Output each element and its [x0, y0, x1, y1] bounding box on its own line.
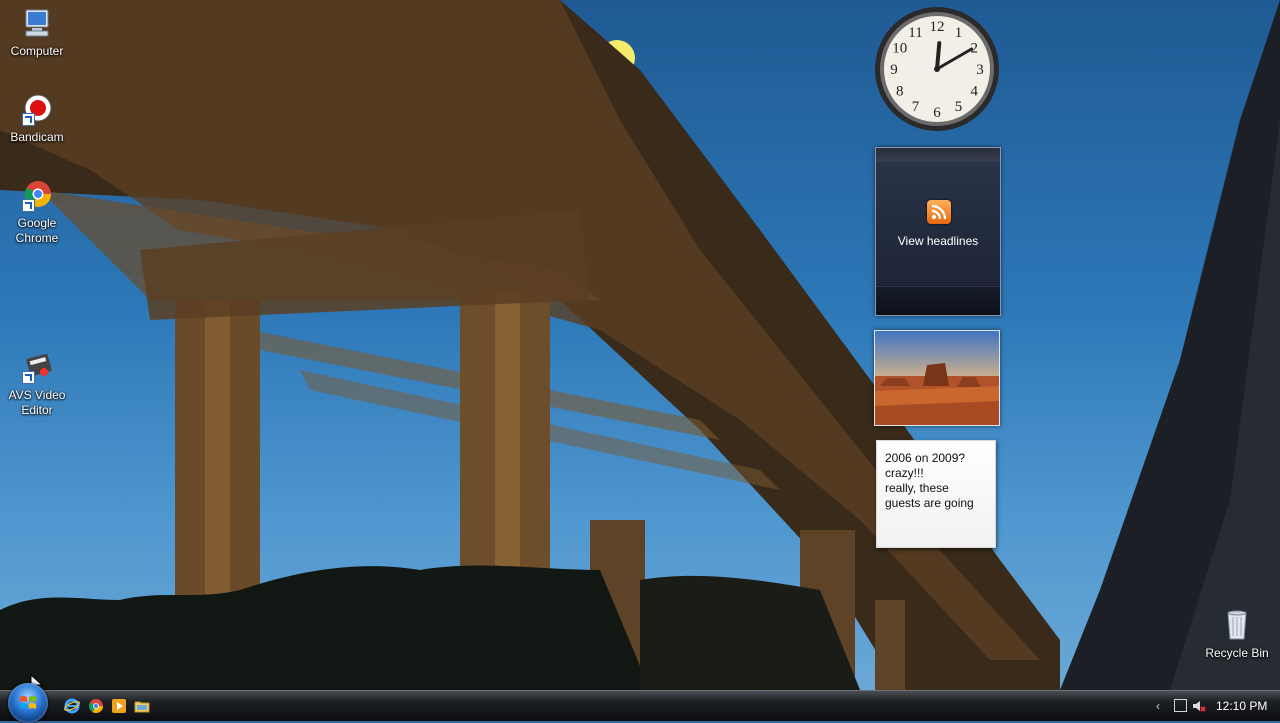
clock-hour-hand — [935, 41, 942, 71]
avs-video-editor-icon — [20, 350, 54, 384]
note-line: really, these — [885, 481, 949, 495]
wallpaper-image — [0, 0, 1280, 690]
desktop-icon-bandicam[interactable]: Bandicam — [0, 92, 74, 145]
note-line: crazy!!! — [885, 466, 924, 480]
clock-numeral: 10 — [892, 41, 907, 57]
rss-feed-icon — [927, 200, 951, 224]
chrome-icon[interactable] — [88, 698, 104, 714]
clock-numeral: 9 — [890, 62, 898, 78]
taskbar: ‹ 12:10 PM — [0, 683, 1280, 723]
shortcut-arrow-icon — [22, 199, 35, 212]
slideshow-photo — [875, 331, 999, 425]
clock-numeral: 7 — [912, 99, 920, 115]
desktop-icon-label: Recycle Bin — [1205, 646, 1269, 660]
clock-numeral: 1 — [955, 25, 963, 41]
clock-numeral: 6 — [933, 105, 941, 121]
desktop-icon-label: AVS Video Editor — [8, 388, 66, 417]
chrome-icon — [20, 178, 54, 212]
computer-icon — [20, 6, 54, 40]
clock-numeral: 5 — [955, 99, 963, 115]
clock-numeral: 3 — [976, 62, 984, 78]
start-button[interactable] — [8, 683, 48, 723]
recycle-bin-icon — [1220, 608, 1254, 642]
desktop-wallpaper — [0, 0, 1280, 690]
desktop-icon-recycle-bin[interactable]: Recycle Bin — [1200, 608, 1274, 661]
volume-muted-icon[interactable] — [1192, 699, 1206, 713]
clock-numeral: 11 — [908, 25, 922, 41]
note-line: 2006 on 2009? — [885, 451, 966, 465]
windows-logo-icon — [20, 696, 36, 709]
note-line: guests are going — [885, 496, 974, 510]
clock-numeral: 4 — [970, 84, 978, 100]
clock-numeral: 8 — [896, 84, 904, 100]
view-headlines-link[interactable]: View headlines — [876, 234, 1000, 248]
desktop-icon-computer[interactable]: Computer — [0, 6, 74, 59]
show-hidden-icons-chevron[interactable]: ‹ — [1156, 699, 1160, 713]
network-icon[interactable] — [1174, 699, 1187, 712]
shortcut-arrow-icon — [22, 113, 35, 126]
bandicam-icon — [20, 92, 54, 126]
system-tray: ‹ 12:10 PM — [1150, 691, 1280, 721]
taskbar-clock[interactable]: 12:10 PM — [1216, 699, 1267, 713]
desktop-icon-label: Computer — [10, 44, 64, 58]
desktop-icon-label: Bandicam — [10, 130, 64, 144]
desktop-icon-google-chrome[interactable]: Google Chrome — [0, 178, 74, 246]
notes-gadget[interactable]: 2006 on 2009? crazy!!! really, these gue… — [876, 440, 996, 548]
desktop-icon-label: Google Chrome — [15, 216, 59, 245]
media-player-icon[interactable] — [111, 698, 127, 714]
internet-explorer-icon[interactable] — [64, 698, 80, 714]
feed-headlines-gadget[interactable]: View headlines — [875, 147, 1001, 316]
slideshow-gadget[interactable] — [874, 330, 1000, 426]
clock-gadget[interactable]: 12 1 2 3 4 5 6 7 8 9 10 11 — [874, 6, 1000, 132]
desktop-icon-avs-video-editor[interactable]: AVS Video Editor — [0, 350, 74, 418]
shortcut-arrow-icon — [22, 371, 35, 384]
clock-numeral: 12 — [930, 19, 945, 35]
file-explorer-icon[interactable] — [134, 698, 150, 714]
